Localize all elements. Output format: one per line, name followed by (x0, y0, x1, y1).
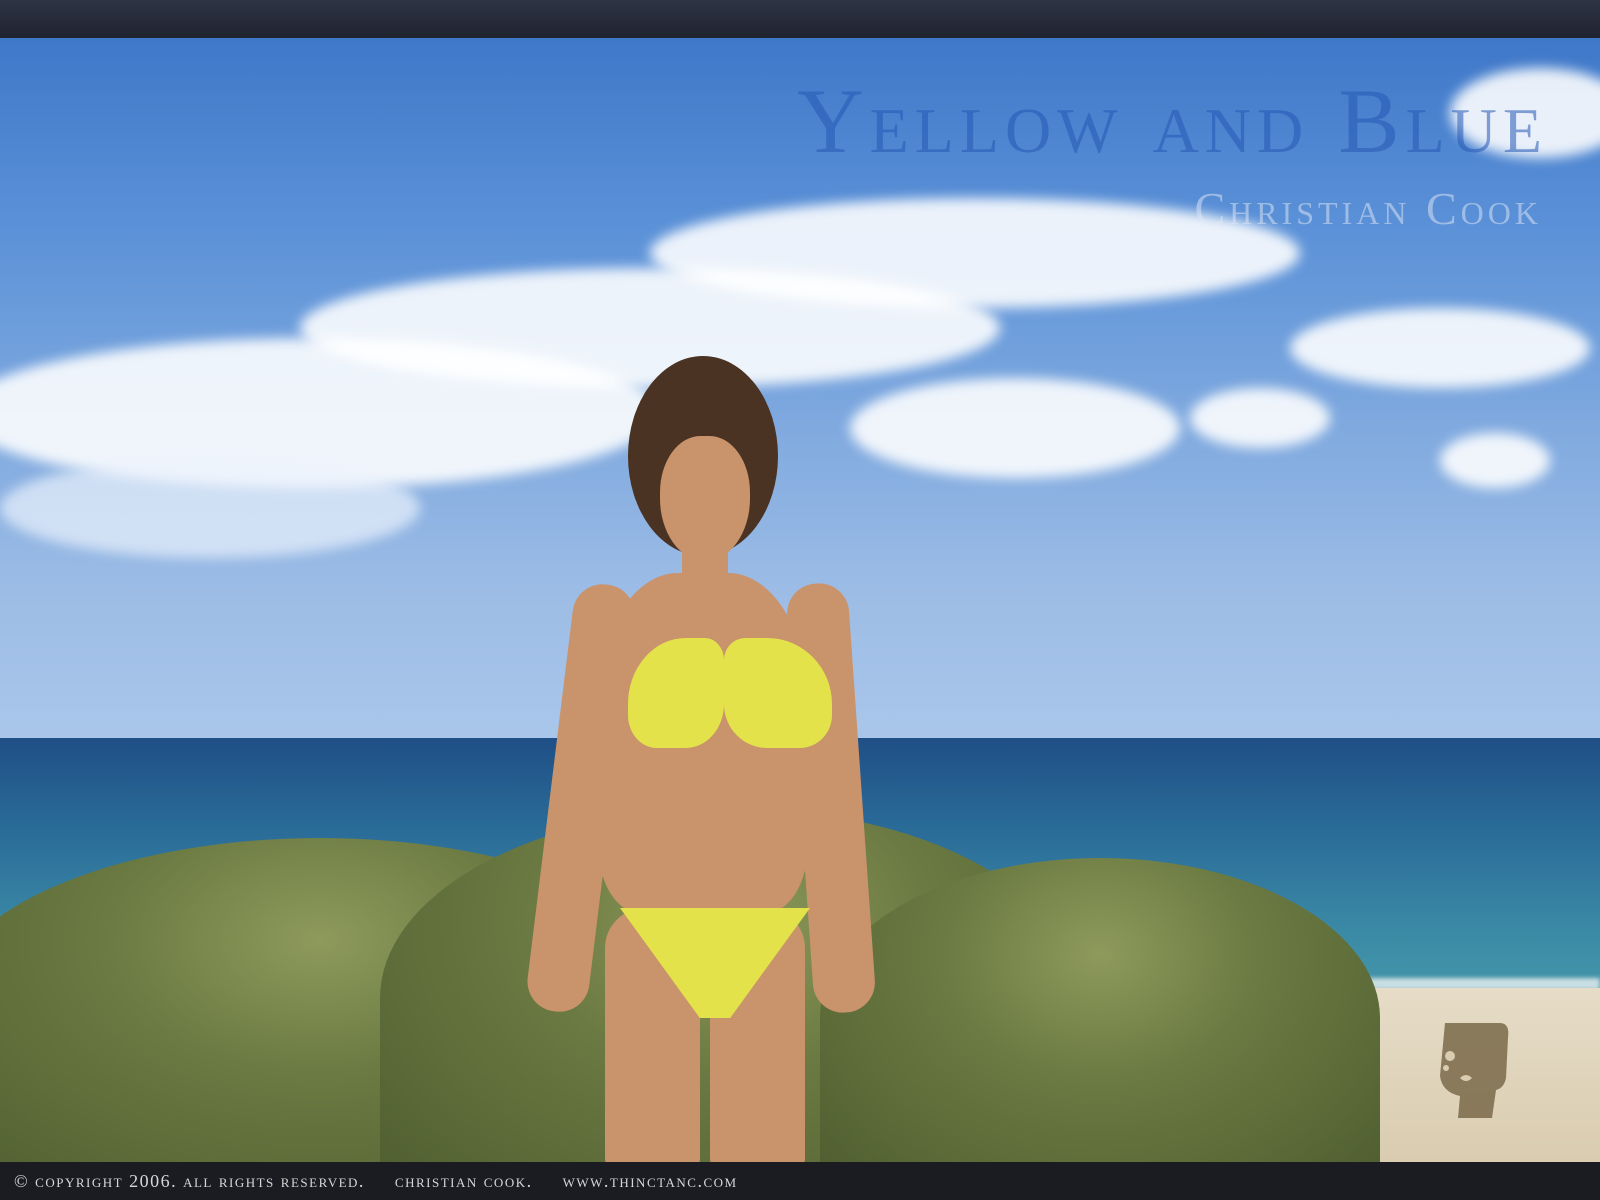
thinctanc-logo (1420, 968, 1540, 1162)
footer-bar: © copyright 2006. all rights reserved. c… (0, 1162, 1600, 1200)
cloud (1440, 433, 1550, 488)
woman-figure (510, 348, 890, 1162)
cloud (1190, 388, 1330, 448)
cloud (1290, 308, 1590, 388)
top-bar (0, 0, 1600, 38)
face (660, 436, 750, 561)
cloud (850, 378, 1180, 478)
photographer-name: Christian Cook (1194, 183, 1542, 234)
author-text: christian cook. (394, 1170, 533, 1191)
grass-dune (820, 858, 1380, 1162)
photo-title: Yellow and Blue (797, 70, 1548, 172)
cloud (0, 458, 420, 558)
website-link[interactable]: www.thinctanc.com (563, 1171, 738, 1192)
copyright-text: © copyright 2006. all rights reserved. (14, 1170, 365, 1191)
